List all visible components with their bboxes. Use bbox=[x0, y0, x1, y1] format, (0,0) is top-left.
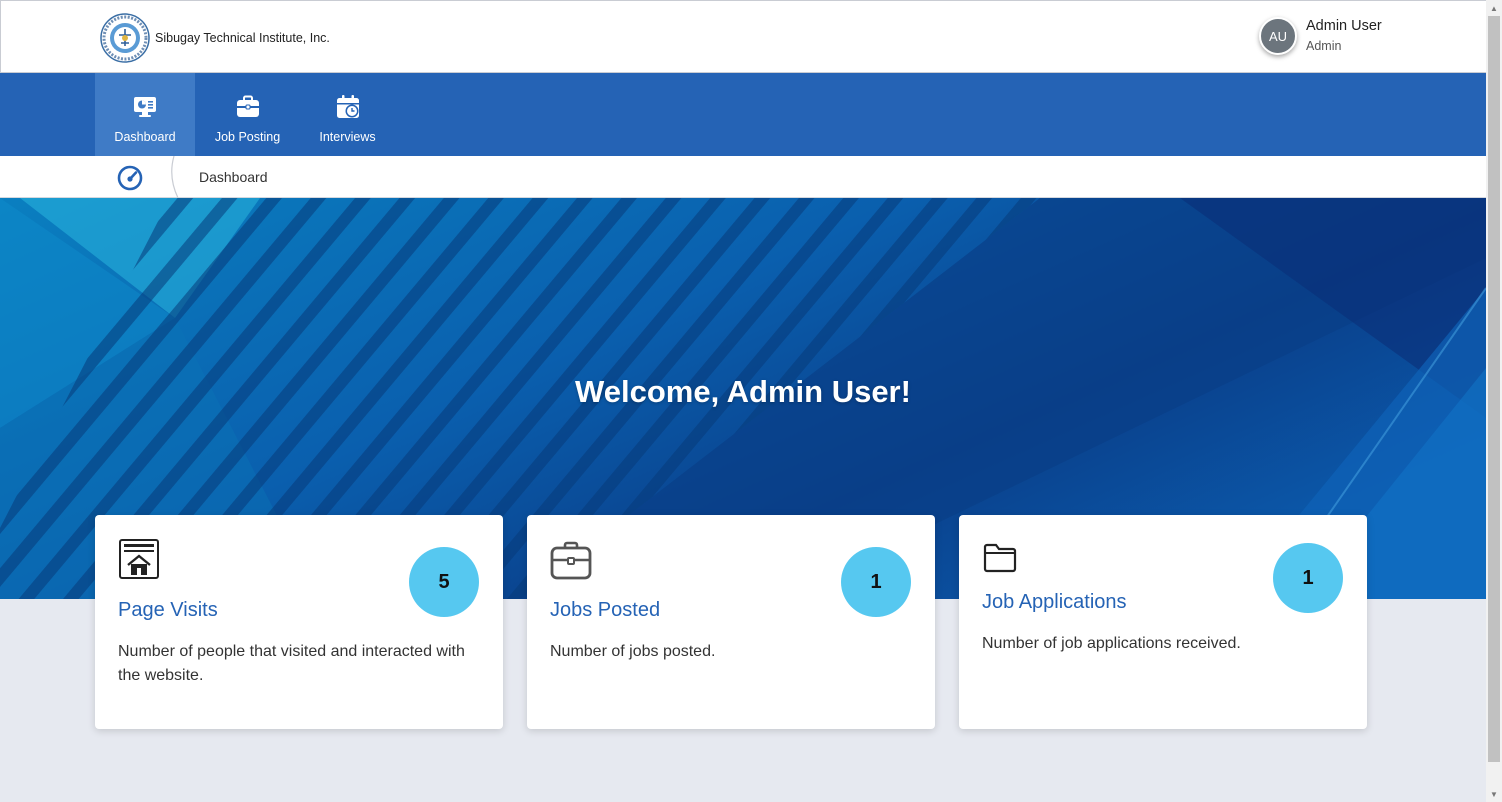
page: Sibugay Technical Institute, Inc. AU Adm… bbox=[0, 0, 1486, 802]
nav-item-interviews[interactable]: Interviews bbox=[300, 73, 395, 156]
page-visits-title: Page Visits bbox=[118, 599, 218, 621]
welcome-title: Welcome, Admin User! bbox=[575, 374, 911, 409]
scroll-down-arrow-icon[interactable]: ▼ bbox=[1486, 786, 1502, 802]
user-name: Admin User bbox=[1306, 18, 1382, 34]
webpage-home-icon bbox=[119, 539, 159, 579]
scroll-thumb[interactable] bbox=[1488, 16, 1500, 762]
jobs-posted-description: Number of jobs posted. bbox=[550, 643, 716, 660]
user-menu[interactable]: AU Admin User Admin bbox=[1259, 17, 1382, 55]
main-nav: Dashboard Job Posting Interviews bbox=[0, 73, 1486, 156]
brand[interactable]: Sibugay Technical Institute, Inc. bbox=[100, 13, 330, 63]
jobs-posted-count: 1 bbox=[841, 547, 911, 617]
calendar-clock-icon bbox=[336, 95, 359, 118]
nav-label-interviews: Interviews bbox=[319, 130, 376, 144]
nav-item-dashboard[interactable]: Dashboard bbox=[95, 73, 195, 156]
brand-name: Sibugay Technical Institute, Inc. bbox=[155, 31, 330, 45]
breadcrumb: Dashboard bbox=[0, 156, 1486, 198]
institute-logo bbox=[100, 13, 150, 63]
breadcrumb-current: Dashboard bbox=[199, 169, 268, 185]
nav-label-job-posting: Job Posting bbox=[214, 130, 281, 144]
user-role: Admin bbox=[1306, 39, 1342, 53]
job-applications-card: 1 Job Applications Number of job applica… bbox=[959, 515, 1367, 729]
job-applications-title: Job Applications bbox=[982, 591, 1127, 613]
breadcrumb-separator bbox=[171, 156, 179, 198]
page-visits-card: 5 Page Visits Number of people that visi… bbox=[95, 515, 503, 729]
nav-label-dashboard: Dashboard bbox=[114, 130, 176, 144]
job-applications-description: Number of job applications received. bbox=[982, 635, 1241, 652]
jobs-posted-card: 1 Jobs Posted Number of jobs posted. bbox=[527, 515, 935, 729]
user-info: Admin User Admin bbox=[1306, 17, 1382, 53]
briefcase-icon bbox=[236, 95, 259, 117]
scroll-up-arrow-icon[interactable]: ▲ bbox=[1486, 0, 1502, 16]
avatar[interactable]: AU bbox=[1259, 17, 1297, 55]
vertical-scrollbar[interactable]: ▲ ▼ bbox=[1486, 0, 1502, 802]
job-applications-count: 1 bbox=[1273, 543, 1343, 613]
jobs-posted-title: Jobs Posted bbox=[550, 599, 661, 621]
briefcase-icon bbox=[550, 541, 592, 580]
folder-icon bbox=[983, 543, 1017, 573]
speedometer-icon[interactable] bbox=[117, 165, 143, 191]
dashboard-icon bbox=[134, 97, 156, 117]
page-visits-count: 5 bbox=[409, 547, 479, 617]
top-header: Sibugay Technical Institute, Inc. AU Adm… bbox=[0, 0, 1486, 73]
nav-item-job-posting[interactable]: Job Posting bbox=[200, 73, 295, 156]
page-visits-description: Number of people that visited and intera… bbox=[118, 643, 465, 684]
